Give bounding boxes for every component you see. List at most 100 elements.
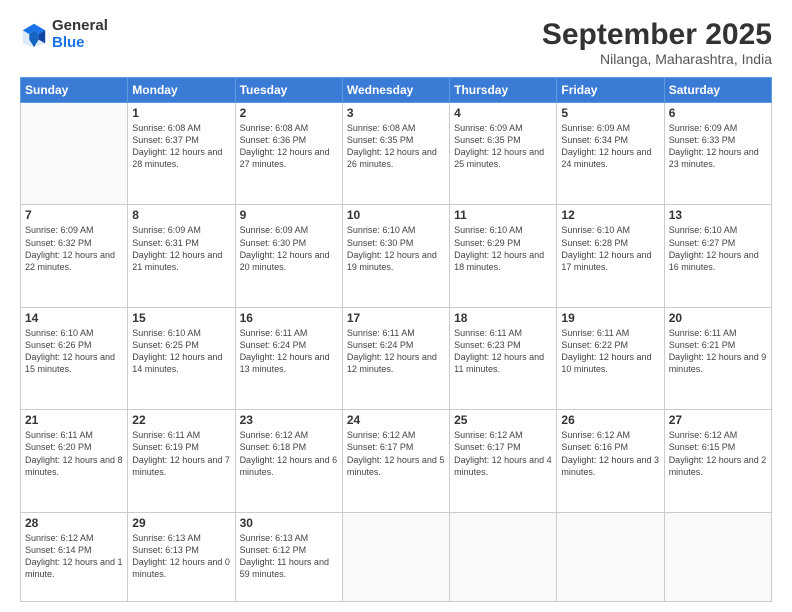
- cell-day-number: 26: [561, 413, 659, 427]
- table-row: 7Sunrise: 6:09 AM Sunset: 6:32 PM Daylig…: [21, 205, 128, 307]
- cell-day-number: 3: [347, 106, 445, 120]
- cell-info-text: Sunrise: 6:10 AM Sunset: 6:30 PM Dayligh…: [347, 224, 445, 273]
- col-thursday: Thursday: [450, 78, 557, 103]
- cell-day-number: 5: [561, 106, 659, 120]
- table-row: 12 Sunrise: 6:10 AM Sunset: 6:28 PM Dayli…: [557, 205, 664, 307]
- page: General Blue September 2025 Nilanga, Mah…: [0, 0, 792, 612]
- table-row: 5 Sunrise: 6:09 AM Sunset: 6:34 PM Daylig…: [557, 103, 664, 205]
- cell-day-number: 20: [669, 311, 767, 325]
- cell-info-text: Sunrise: 6:08 AM Sunset: 6:35 PM Dayligh…: [347, 122, 445, 171]
- cell-info-text: Sunrise: 6:11 AM Sunset: 6:24 PM Dayligh…: [347, 327, 445, 376]
- table-row: [664, 512, 771, 601]
- cell-info-text: Sunrise: 6:09 AM Sunset: 6:34 PM Dayligh…: [561, 122, 659, 171]
- title-block: September 2025 Nilanga, Maharashtra, Ind…: [542, 18, 772, 67]
- cell-info-text: Sunrise: 6:11 AM Sunset: 6:24 PM Dayligh…: [240, 327, 338, 376]
- table-row: 14 Sunrise: 6:10 AM Sunset: 6:26 PM Dayli…: [21, 307, 128, 409]
- table-row: 21 Sunrise: 6:11 AM Sunset: 6:20 PM Dayli…: [21, 410, 128, 512]
- cell-info-text: Sunrise: 6:10 AM Sunset: 6:28 PM Dayligh…: [561, 224, 659, 273]
- table-row: 13Sunrise: 6:10 AM Sunset: 6:27 PM Dayli…: [664, 205, 771, 307]
- cell-day-number: 30: [240, 516, 338, 530]
- cell-day-number: 11: [454, 208, 552, 222]
- location-subtitle: Nilanga, Maharashtra, India: [542, 51, 772, 67]
- cell-day-number: 14: [25, 311, 123, 325]
- logo: General Blue: [20, 18, 108, 51]
- cell-info-text: Sunrise: 6:11 AM Sunset: 6:19 PM Dayligh…: [132, 429, 230, 478]
- table-row: 19Sunrise: 6:11 AM Sunset: 6:22 PM Dayli…: [557, 307, 664, 409]
- cell-info-text: Sunrise: 6:12 AM Sunset: 6:15 PM Dayligh…: [669, 429, 767, 478]
- col-sunday: Sunday: [21, 78, 128, 103]
- calendar-week-row: 7Sunrise: 6:09 AM Sunset: 6:32 PM Daylig…: [21, 205, 772, 307]
- table-row: 30Sunrise: 6:13 AM Sunset: 6:12 PM Dayli…: [235, 512, 342, 601]
- logo-general-text: General: [52, 18, 108, 35]
- cell-day-number: 7: [25, 208, 123, 222]
- cell-day-number: 27: [669, 413, 767, 427]
- logo-blue-text: Blue: [52, 35, 108, 52]
- col-tuesday: Tuesday: [235, 78, 342, 103]
- cell-info-text: Sunrise: 6:08 AM Sunset: 6:37 PM Dayligh…: [132, 122, 230, 171]
- cell-info-text: Sunrise: 6:09 AM Sunset: 6:33 PM Dayligh…: [669, 122, 767, 171]
- table-row: [21, 103, 128, 205]
- calendar-header-row: Sunday Monday Tuesday Wednesday Thursday…: [21, 78, 772, 103]
- table-row: 16Sunrise: 6:11 AM Sunset: 6:24 PM Dayli…: [235, 307, 342, 409]
- cell-info-text: Sunrise: 6:09 AM Sunset: 6:30 PM Dayligh…: [240, 224, 338, 273]
- cell-info-text: Sunrise: 6:10 AM Sunset: 6:29 PM Dayligh…: [454, 224, 552, 273]
- cell-info-text: Sunrise: 6:13 AM Sunset: 6:13 PM Dayligh…: [132, 532, 230, 581]
- table-row: [557, 512, 664, 601]
- cell-day-number: 21: [25, 413, 123, 427]
- cell-info-text: Sunrise: 6:09 AM Sunset: 6:31 PM Dayligh…: [132, 224, 230, 273]
- table-row: 9Sunrise: 6:09 AM Sunset: 6:30 PM Daylig…: [235, 205, 342, 307]
- table-row: 8 Sunrise: 6:09 AM Sunset: 6:31 PM Daylig…: [128, 205, 235, 307]
- calendar-week-row: 14 Sunrise: 6:10 AM Sunset: 6:26 PM Dayli…: [21, 307, 772, 409]
- cell-info-text: Sunrise: 6:11 AM Sunset: 6:21 PM Dayligh…: [669, 327, 767, 376]
- table-row: [450, 512, 557, 601]
- cell-day-number: 8: [132, 208, 230, 222]
- table-row: 3 Sunrise: 6:08 AM Sunset: 6:35 PM Daylig…: [342, 103, 449, 205]
- logo-text: General Blue: [52, 18, 108, 51]
- calendar-week-row: 1 Sunrise: 6:08 AM Sunset: 6:37 PM Daylig…: [21, 103, 772, 205]
- cell-info-text: Sunrise: 6:12 AM Sunset: 6:14 PM Dayligh…: [25, 532, 123, 581]
- table-row: 25 Sunrise: 6:12 AM Sunset: 6:17 PM Dayli…: [450, 410, 557, 512]
- cell-info-text: Sunrise: 6:11 AM Sunset: 6:23 PM Dayligh…: [454, 327, 552, 376]
- table-row: 2Sunrise: 6:08 AM Sunset: 6:36 PM Daylig…: [235, 103, 342, 205]
- col-saturday: Saturday: [664, 78, 771, 103]
- logo-icon: [20, 21, 48, 49]
- cell-info-text: Sunrise: 6:12 AM Sunset: 6:17 PM Dayligh…: [454, 429, 552, 478]
- cell-day-number: 1: [132, 106, 230, 120]
- cell-day-number: 17: [347, 311, 445, 325]
- cell-day-number: 22: [132, 413, 230, 427]
- table-row: 6 Sunrise: 6:09 AM Sunset: 6:33 PM Daylig…: [664, 103, 771, 205]
- header-row: General Blue September 2025 Nilanga, Mah…: [20, 18, 772, 67]
- table-row: 17 Sunrise: 6:11 AM Sunset: 6:24 PM Dayli…: [342, 307, 449, 409]
- col-wednesday: Wednesday: [342, 78, 449, 103]
- col-monday: Monday: [128, 78, 235, 103]
- cell-day-number: 13: [669, 208, 767, 222]
- table-row: [342, 512, 449, 601]
- cell-day-number: 19: [561, 311, 659, 325]
- cell-info-text: Sunrise: 6:11 AM Sunset: 6:20 PM Dayligh…: [25, 429, 123, 478]
- cell-day-number: 25: [454, 413, 552, 427]
- cell-info-text: Sunrise: 6:10 AM Sunset: 6:26 PM Dayligh…: [25, 327, 123, 376]
- table-row: 27 Sunrise: 6:12 AM Sunset: 6:15 PM Dayli…: [664, 410, 771, 512]
- cell-day-number: 10: [347, 208, 445, 222]
- table-row: 11 Sunrise: 6:10 AM Sunset: 6:29 PM Dayli…: [450, 205, 557, 307]
- table-row: 4Sunrise: 6:09 AM Sunset: 6:35 PM Daylig…: [450, 103, 557, 205]
- cell-info-text: Sunrise: 6:12 AM Sunset: 6:18 PM Dayligh…: [240, 429, 338, 478]
- table-row: 29 Sunrise: 6:13 AM Sunset: 6:13 PM Dayli…: [128, 512, 235, 601]
- cell-info-text: Sunrise: 6:12 AM Sunset: 6:17 PM Dayligh…: [347, 429, 445, 478]
- cell-day-number: 29: [132, 516, 230, 530]
- cell-day-number: 12: [561, 208, 659, 222]
- calendar-table: Sunday Monday Tuesday Wednesday Thursday…: [20, 77, 772, 602]
- month-title: September 2025: [542, 18, 772, 51]
- cell-day-number: 23: [240, 413, 338, 427]
- table-row: 24Sunrise: 6:12 AM Sunset: 6:17 PM Dayli…: [342, 410, 449, 512]
- table-row: 1 Sunrise: 6:08 AM Sunset: 6:37 PM Daylig…: [128, 103, 235, 205]
- cell-info-text: Sunrise: 6:10 AM Sunset: 6:25 PM Dayligh…: [132, 327, 230, 376]
- table-row: 23 Sunrise: 6:12 AM Sunset: 6:18 PM Dayli…: [235, 410, 342, 512]
- cell-day-number: 28: [25, 516, 123, 530]
- table-row: 10 Sunrise: 6:10 AM Sunset: 6:30 PM Dayli…: [342, 205, 449, 307]
- table-row: 18Sunrise: 6:11 AM Sunset: 6:23 PM Dayli…: [450, 307, 557, 409]
- cell-day-number: 6: [669, 106, 767, 120]
- table-row: 20 Sunrise: 6:11 AM Sunset: 6:21 PM Dayli…: [664, 307, 771, 409]
- cell-day-number: 15: [132, 311, 230, 325]
- table-row: 22 Sunrise: 6:11 AM Sunset: 6:19 PM Dayli…: [128, 410, 235, 512]
